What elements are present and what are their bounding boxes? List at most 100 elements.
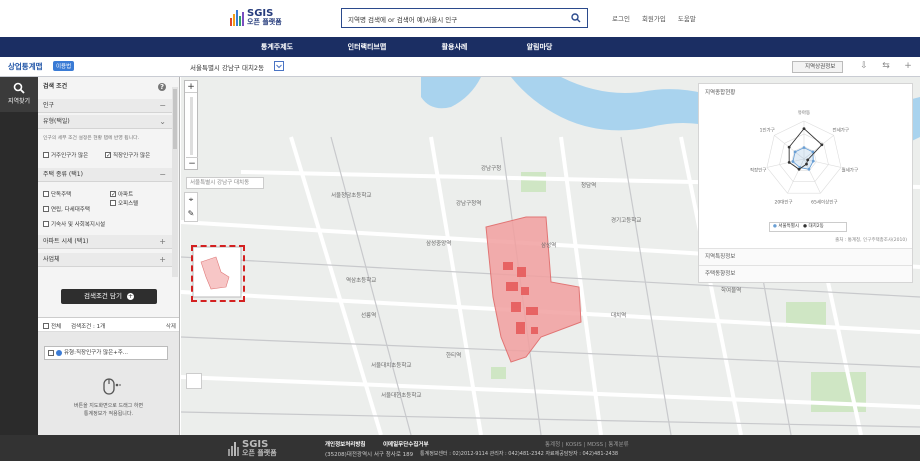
search-input[interactable]	[348, 12, 563, 25]
email-policy-link[interactable]: 이메일무단수집거부	[383, 440, 429, 448]
sgis-logo[interactable]: SGIS 오픈 플랫폼	[230, 7, 300, 29]
checkbox-detached[interactable]: 단독주택	[43, 190, 71, 198]
checkbox-box[interactable]	[48, 350, 54, 356]
howto-badge[interactable]: 이용법	[53, 61, 75, 71]
region-feature-row[interactable]: 지역특징정보	[699, 248, 912, 265]
svg-text:청담역: 청담역	[581, 181, 596, 189]
share-icon[interactable]: ⇆	[880, 60, 892, 72]
zoom-in-icon[interactable]: +	[185, 81, 197, 93]
checkbox-worker[interactable]: ✓ 직장인구가 많은	[105, 151, 150, 159]
map-search-input[interactable]: 서울특별시 강남구 대치동	[186, 177, 264, 189]
svg-text:역삼초등학교: 역삼초등학교	[346, 276, 376, 284]
svg-text:선릉역: 선릉역	[361, 311, 376, 319]
legend-toggle-icon[interactable]	[186, 373, 202, 389]
radar-point	[787, 160, 791, 164]
checkbox-box[interactable]	[43, 323, 49, 329]
condition-item[interactable]: 유형:직장인구가 많은+주...	[44, 346, 168, 360]
business-section[interactable]: 사업체 +	[38, 253, 172, 267]
checkbox-box[interactable]	[43, 221, 49, 227]
drag-hint: 버튼을 지도화면으로 드래그 하면 통계정보가 적용됩니다.	[73, 403, 144, 417]
global-search	[341, 8, 588, 28]
page-title: 상업통계맵	[8, 62, 43, 71]
nav-theme-map[interactable]: 통계주제도	[232, 37, 322, 57]
radar-point	[820, 143, 824, 147]
chevron-down-icon[interactable]: ⌄	[159, 115, 166, 129]
left-icon-rail: 지역찾기	[0, 77, 38, 435]
login-link[interactable]: 로그인	[612, 13, 630, 23]
location-pin-icon[interactable]: ⌖	[185, 193, 197, 207]
checkbox-checked[interactable]: ✓	[105, 152, 111, 159]
nav-interactive-map[interactable]: 인터랙티브맵	[322, 37, 412, 57]
nav-notice[interactable]: 알림마당	[497, 37, 582, 57]
help-link[interactable]: 도움말	[678, 13, 696, 23]
signup-link[interactable]: 회원가입	[642, 13, 666, 23]
river-west	[421, 77, 481, 109]
region-search-tab[interactable]: 지역찾기	[0, 77, 38, 112]
type-note: 인구의 세부 조건 설정은 현황 탭에 반영 됩니다.	[43, 136, 140, 141]
checkbox-all[interactable]: 전체	[43, 322, 61, 330]
apt-price-section[interactable]: 아파트 시세 (택1) +	[38, 235, 172, 249]
radar-point	[797, 167, 801, 171]
radar-axis-label: 전세가구	[832, 127, 849, 134]
svg-text:강남구청: 강남구청	[481, 164, 501, 172]
svg-text:학여울역: 학여울역	[721, 286, 741, 294]
radar-axis-label: 1인가구	[760, 127, 775, 134]
radar-legend: ● 서울특별시 ● 대치2동	[769, 222, 847, 232]
radar-axis-label: 유아동	[798, 109, 810, 116]
checkbox-resident[interactable]: 거주인구가 많은	[43, 151, 88, 159]
checkbox-apartment[interactable]: ✓ 아파트	[110, 190, 133, 198]
svg-text:삼성중앙역: 삼성중앙역	[426, 239, 451, 247]
add-icon[interactable]: +	[902, 60, 914, 72]
collapse-icon[interactable]: −	[159, 168, 166, 182]
type-section[interactable]: 유형(택일) ⌄	[38, 115, 172, 129]
condition-badge-icon	[56, 350, 62, 356]
footer-links[interactable]: 통계청 | KOSIS | MDSS | 통계분류	[545, 440, 629, 448]
measure-icon[interactable]: ✎	[185, 207, 197, 221]
checkbox-box[interactable]	[43, 152, 49, 158]
checkbox-checked[interactable]: ✓	[110, 191, 116, 198]
checkbox-box[interactable]	[110, 200, 116, 206]
search-panel: 검색 조건 ? 인구 − 유형(택일) ⌄ 인구의 세부 조건 설정은 현황 탭에 …	[38, 77, 180, 435]
highlighted-district[interactable]	[485, 216, 582, 363]
svg-text:삼성역: 삼성역	[541, 241, 556, 249]
zoom-slider[interactable]	[190, 97, 193, 155]
nav-use-cases[interactable]: 활용사례	[412, 37, 497, 57]
radar-point	[802, 127, 806, 130]
save-condition-button[interactable]: 검색조건 담기 +	[61, 289, 157, 304]
checkbox-dormitory[interactable]: 기숙사 및 사회복지시설	[43, 220, 105, 228]
housing-section[interactable]: 주택 종류 (택1) −	[38, 168, 172, 182]
zoom-out-icon[interactable]: −	[186, 157, 198, 169]
checkbox-officetel[interactable]: 오피스텔	[110, 199, 138, 207]
checkbox-row-house[interactable]: 연립, 다세대주택	[43, 205, 90, 213]
drag-mouse-icon	[103, 378, 121, 395]
svg-text:대치역: 대치역	[611, 311, 626, 319]
location-breadcrumb: 서울특별시 강남구 대치2동	[190, 64, 265, 72]
help-icon[interactable]: ?	[158, 83, 166, 91]
radar-axis-label: 20대인구	[775, 198, 793, 205]
panel-scrollbar[interactable]	[172, 87, 178, 277]
region-info-label: 지역상권정보	[805, 64, 836, 70]
svg-text:한티역: 한티역	[446, 351, 461, 359]
download-icon[interactable]: ⇩	[858, 60, 870, 72]
region-search-label: 지역찾기	[7, 98, 31, 105]
expand-icon[interactable]: +	[159, 235, 166, 249]
checkbox-box[interactable]	[43, 206, 49, 212]
source-note: 출처 : 통계청, 인구주택총조사(2010)	[835, 238, 907, 243]
collapse-icon[interactable]: −	[159, 99, 166, 113]
location-dropdown-icon[interactable]	[274, 61, 284, 71]
delete-link[interactable]: 삭제	[166, 322, 176, 330]
legend-seoul: ● 서울특별시	[773, 224, 800, 229]
park-area	[521, 172, 546, 192]
checkbox-box[interactable]	[43, 191, 49, 197]
magnifier-icon	[13, 82, 25, 94]
region-info-button[interactable]: 지역상권정보	[792, 61, 843, 73]
privacy-link[interactable]: 개인정보처리방침	[325, 440, 365, 448]
population-section[interactable]: 인구 −	[38, 99, 172, 113]
radar-axis-label: 직장인구	[750, 166, 767, 173]
footer-address: (35208)대전광역시 서구 청사로 189	[325, 452, 414, 458]
radar-point	[802, 146, 806, 149]
top-header: SGIS 오픈 플랫폼 로그인 회원가입 도움말	[0, 0, 920, 37]
housing-trend-row[interactable]: 주택동향정보	[699, 265, 912, 282]
search-icon[interactable]	[571, 13, 581, 23]
expand-icon[interactable]: +	[159, 253, 166, 267]
